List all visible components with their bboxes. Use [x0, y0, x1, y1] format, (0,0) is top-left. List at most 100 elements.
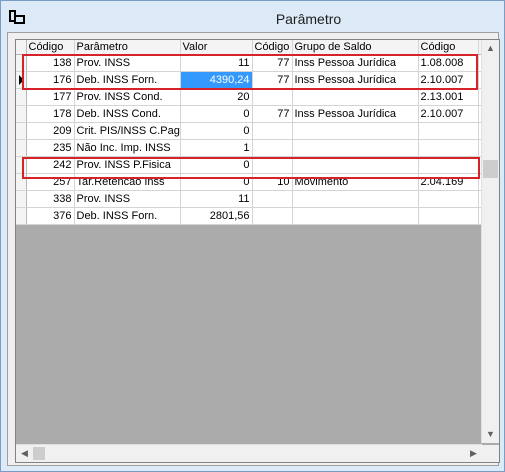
- cell-codigo[interactable]: 209: [26, 122, 75, 140]
- cell-codigo-conta[interactable]: [418, 139, 479, 157]
- cell-grupo-saldo[interactable]: Inss Pessoa Jurídica: [292, 105, 419, 123]
- cell-parametro[interactable]: Deb. INSS Forn.: [74, 207, 181, 225]
- cell-grupo-saldo[interactable]: Inss Pessoa Jurídica: [292, 71, 419, 89]
- title-bar[interactable]: Parâmetro: [1, 1, 504, 33]
- cell-codigo[interactable]: 177: [26, 88, 75, 106]
- row-indicator[interactable]: [16, 190, 27, 208]
- cell-codigo[interactable]: 178: [26, 105, 75, 123]
- cell-valor[interactable]: 1: [180, 139, 253, 157]
- row-indicator[interactable]: [16, 173, 27, 191]
- row-indicator[interactable]: [16, 139, 27, 157]
- scroll-right-icon[interactable]: ▶: [465, 445, 482, 462]
- cell-grupo-saldo[interactable]: [292, 122, 419, 140]
- cell-valor[interactable]: 11: [180, 190, 253, 208]
- cell-parametro[interactable]: Prov. INSS: [74, 54, 181, 72]
- cell-codigo-conta[interactable]: [418, 122, 479, 140]
- col-header-codigo[interactable]: Código: [26, 40, 75, 55]
- cell-grupo-saldo[interactable]: Inss Pessoa Jurídica: [292, 54, 419, 72]
- row-indicator[interactable]: [16, 156, 27, 174]
- cell-grupo-saldo[interactable]: [292, 139, 419, 157]
- cell-codigo[interactable]: 242: [26, 156, 75, 174]
- cell-parametro[interactable]: Tar.Retencao Inss: [74, 173, 181, 191]
- cell-codigo-conta[interactable]: 2.04.169: [418, 173, 479, 191]
- cell-codigo[interactable]: 176: [26, 71, 75, 89]
- cell-parametro[interactable]: Prov. INSS: [74, 190, 181, 208]
- cell-codigo[interactable]: 376: [26, 207, 75, 225]
- row-indicator[interactable]: [16, 54, 27, 72]
- cell-parametro[interactable]: Deb. INSS Cond.: [74, 105, 181, 123]
- cell-codigo-grupo[interactable]: 77: [252, 71, 293, 89]
- cell-parametro[interactable]: Crit. PIS/INSS C.Pag: [74, 122, 181, 140]
- cell-valor[interactable]: 2801,56: [180, 207, 253, 225]
- cell-codigo-conta[interactable]: [418, 207, 479, 225]
- row-indicator[interactable]: [16, 105, 27, 123]
- scroll-down-icon[interactable]: ▼: [482, 426, 499, 443]
- row-indicator[interactable]: [16, 207, 27, 225]
- cell-grupo-saldo[interactable]: Movimento: [292, 173, 419, 191]
- data-grid[interactable]: Código Parâmetro Valor Código Grupo de S…: [15, 39, 500, 463]
- col-header-codigo-grupo[interactable]: Código: [252, 40, 293, 55]
- col-header-codigo-conta[interactable]: Código: [418, 40, 479, 55]
- table-row[interactable]: 178 Deb. INSS Cond. 0 77 Inss Pessoa Jurídic…: [16, 105, 491, 123]
- cell-valor[interactable]: 4390,24: [180, 71, 253, 89]
- cell-parametro[interactable]: Prov. INSS Cond.: [74, 88, 181, 106]
- cell-codigo-grupo[interactable]: 77: [252, 54, 293, 72]
- cell-codigo-grupo[interactable]: [252, 190, 293, 208]
- cell-codigo-conta[interactable]: 1.08.008: [418, 54, 479, 72]
- horizontal-scrollbar[interactable]: ◀ ▶: [16, 444, 482, 462]
- vertical-scrollbar[interactable]: ▲ ▼: [481, 40, 499, 443]
- row-indicator[interactable]: [16, 122, 27, 140]
- scroll-up-icon[interactable]: ▲: [482, 40, 499, 57]
- cell-codigo-grupo[interactable]: [252, 88, 293, 106]
- col-header-grupo-saldo[interactable]: Grupo de Saldo: [292, 40, 419, 55]
- cell-parametro[interactable]: Prov. INSS P.Fisica: [74, 156, 181, 174]
- cell-codigo[interactable]: 235: [26, 139, 75, 157]
- cell-codigo-conta[interactable]: 2.10.007: [418, 71, 479, 89]
- cell-grupo-saldo[interactable]: [292, 88, 419, 106]
- col-header-parametro[interactable]: Parâmetro: [74, 40, 181, 55]
- cell-codigo-grupo[interactable]: [252, 139, 293, 157]
- row-indicator[interactable]: [16, 88, 27, 106]
- cell-valor[interactable]: 0: [180, 156, 253, 174]
- vertical-scroll-thumb[interactable]: [483, 160, 498, 178]
- cell-codigo-conta[interactable]: [418, 156, 479, 174]
- cell-valor[interactable]: 0: [180, 122, 253, 140]
- cell-valor[interactable]: 0: [180, 173, 253, 191]
- cell-parametro[interactable]: Deb. INSS Forn.: [74, 71, 181, 89]
- cell-codigo-conta[interactable]: [418, 190, 479, 208]
- cell-valor[interactable]: 20: [180, 88, 253, 106]
- cell-codigo[interactable]: 338: [26, 190, 75, 208]
- table-row[interactable]: 257 Tar.Retencao Inss 0 10 Movimento 2.04.169…: [16, 173, 491, 191]
- table-row[interactable]: 376 Deb. INSS Forn. 2801,56: [16, 207, 491, 225]
- cell-parametro[interactable]: Não Inc. Imp. INSS: [74, 139, 181, 157]
- cell-codigo-conta[interactable]: 2.13.001: [418, 88, 479, 106]
- cell-codigo[interactable]: 138: [26, 54, 75, 72]
- table-row[interactable]: 177Prov. INSS Cond.202.13.001S: [16, 88, 491, 106]
- grid-table: Código Parâmetro Valor Código Grupo de S…: [16, 40, 491, 225]
- cell-grupo-saldo[interactable]: [292, 156, 419, 174]
- row-indicator[interactable]: [16, 71, 27, 89]
- horizontal-scroll-thumb[interactable]: [33, 447, 45, 460]
- table-row[interactable]: 176 Deb. INSS Forn. 4390,24 77 Inss Pessoa J…: [16, 71, 491, 89]
- cell-valor[interactable]: 0: [180, 105, 253, 123]
- table-row[interactable]: 338 Prov. INSS 11: [16, 190, 491, 208]
- cell-codigo-grupo[interactable]: [252, 207, 293, 225]
- col-header-valor[interactable]: Valor: [180, 40, 253, 55]
- cell-codigo-grupo[interactable]: 77: [252, 105, 293, 123]
- scrollbar-corner: [482, 445, 499, 462]
- cell-valor[interactable]: 11: [180, 54, 253, 72]
- cell-codigo[interactable]: 257: [26, 173, 75, 191]
- cell-grupo-saldo[interactable]: [292, 207, 419, 225]
- table-row[interactable]: 138 Prov. INSS 11 77 Inss Pessoa Jurídica 1.0…: [16, 54, 491, 72]
- table-row[interactable]: 235 Não Inc. Imp. INSS 1: [16, 139, 491, 157]
- scroll-left-icon[interactable]: ◀: [16, 445, 33, 462]
- cell-codigo-grupo[interactable]: 10: [252, 173, 293, 191]
- cell-codigo-grupo[interactable]: [252, 156, 293, 174]
- cell-grupo-saldo[interactable]: [292, 190, 419, 208]
- table-row[interactable]: 209 Crit. PIS/INSS C.Pag 0: [16, 122, 491, 140]
- cell-codigo-grupo[interactable]: [252, 122, 293, 140]
- window-title: Parâmetro: [275, 11, 342, 27]
- table-row[interactable]: 242 Prov. INSS P.Fisica 0: [16, 156, 491, 174]
- cell-codigo-conta[interactable]: 2.10.007: [418, 105, 479, 123]
- current-row-arrow-icon: [19, 75, 24, 85]
